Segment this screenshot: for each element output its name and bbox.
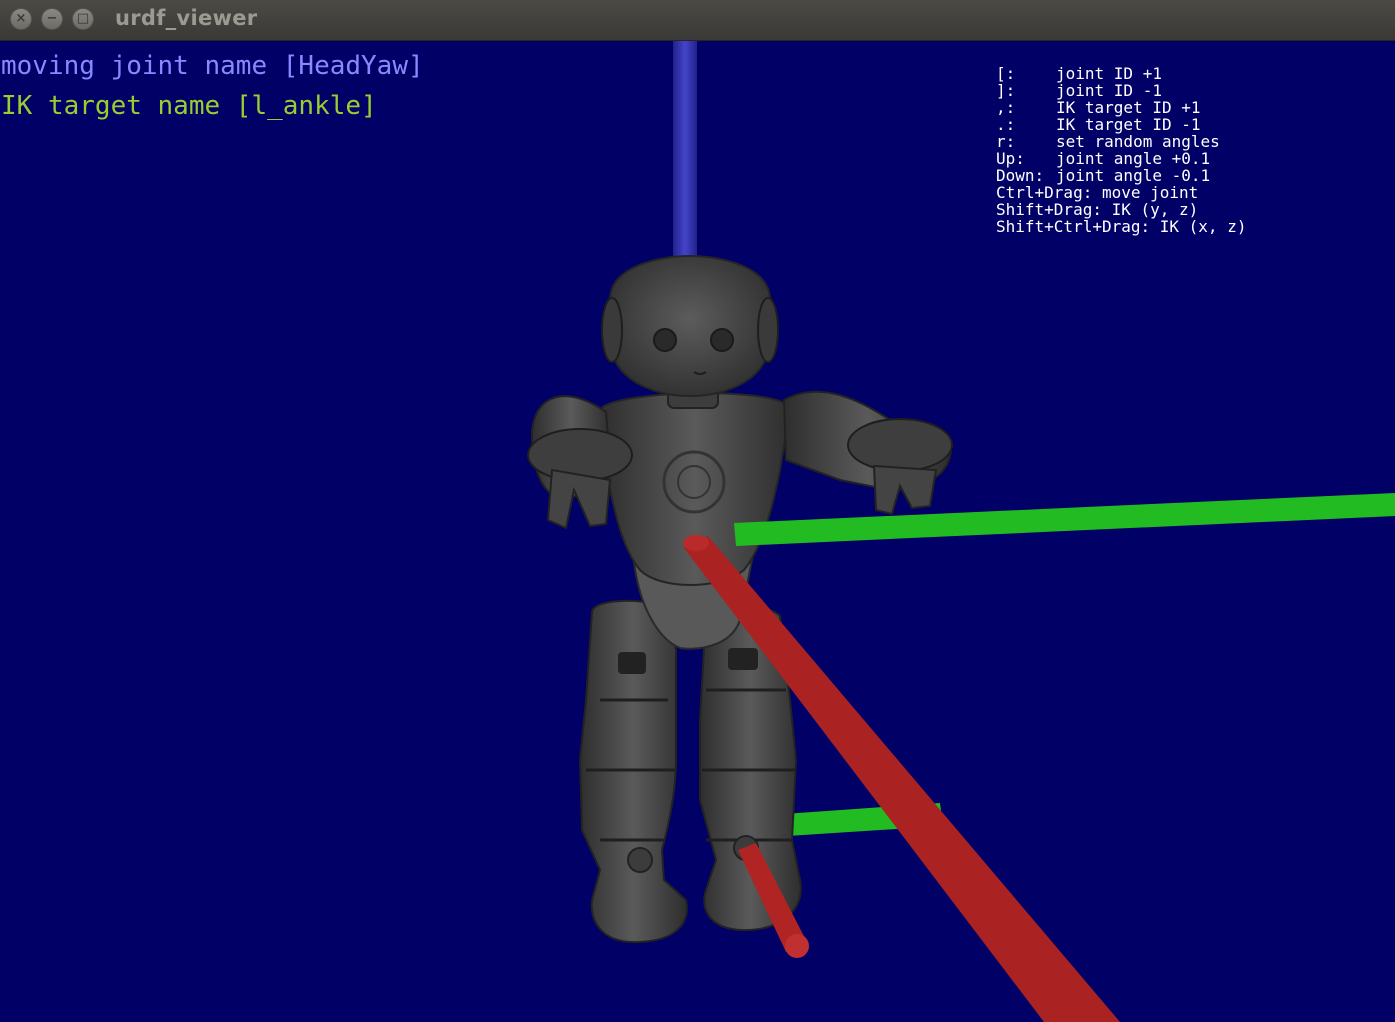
- moving-joint-label: moving joint name [HeadYaw]: [1, 51, 424, 81]
- help-row: Down: joint angle -0.1: [996, 167, 1246, 184]
- help-row: Shift+Drag: IK (y, z): [996, 201, 1246, 218]
- keyboard-help-panel: [: joint ID +1]: joint ID -1,: IK target ID…: [996, 65, 1246, 235]
- help-row: [: joint ID +1: [996, 65, 1246, 82]
- help-key: r:: [996, 132, 1016, 151]
- help-key: ]:: [996, 81, 1016, 100]
- help-row: Shift+Ctrl+Drag: IK (x, z): [996, 218, 1246, 235]
- help-action: IK (x, z): [1159, 217, 1247, 236]
- app-window: × − □ urdf_viewer moving joint name [Hea…: [0, 0, 1395, 1022]
- title-bar[interactable]: × − □ urdf_viewer: [0, 0, 1395, 41]
- help-key: Down:: [996, 166, 1045, 185]
- help-key: Shift+Drag:: [996, 200, 1112, 219]
- help-key: ,:: [996, 98, 1016, 117]
- y-axis-upper: [734, 493, 1395, 546]
- ik-target-label: IK target name [l_ankle]: [1, 91, 377, 121]
- maximize-icon[interactable]: □: [72, 8, 94, 30]
- help-row: Ctrl+Drag: move joint: [996, 184, 1246, 201]
- close-icon[interactable]: ×: [10, 8, 32, 30]
- help-row: .: IK target ID -1: [996, 116, 1246, 133]
- help-key: [:: [996, 64, 1016, 83]
- help-row: Up: joint angle +0.1: [996, 150, 1246, 167]
- help-row: ]: joint ID -1: [996, 82, 1246, 99]
- minimize-icon[interactable]: −: [41, 8, 63, 30]
- z-axis: [673, 41, 697, 259]
- 3d-viewport[interactable]: moving joint name [HeadYaw] IK target na…: [0, 41, 1395, 1022]
- help-key: Up:: [996, 149, 1025, 168]
- help-row: r: set random angles: [996, 133, 1246, 150]
- help-key: Ctrl+Drag:: [996, 183, 1102, 202]
- help-key: Shift+Ctrl+Drag:: [996, 217, 1160, 236]
- help-key: .:: [996, 115, 1016, 134]
- help-row: ,: IK target ID +1: [996, 99, 1246, 116]
- window-title: urdf_viewer: [115, 6, 258, 30]
